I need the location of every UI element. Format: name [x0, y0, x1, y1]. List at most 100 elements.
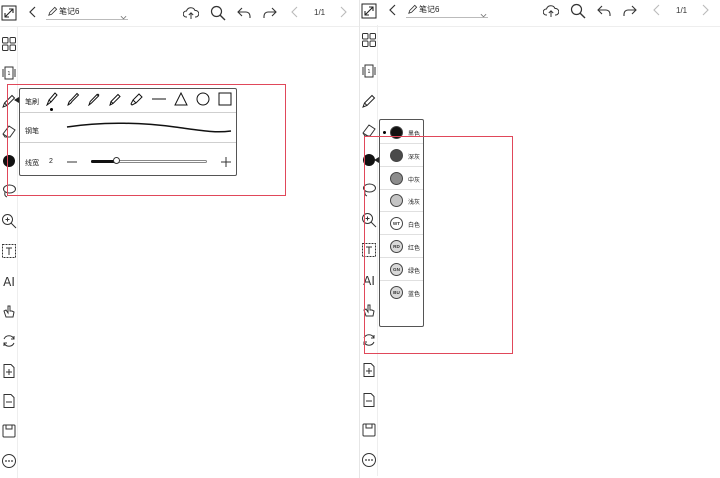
- color-label: 浅灰: [408, 200, 421, 207]
- text-box-icon[interactable]: [361, 242, 377, 258]
- note-title-dropdown[interactable]: 笔记6: [46, 5, 128, 20]
- color-swatch: RD: [390, 240, 403, 253]
- lasso-icon[interactable]: [361, 182, 377, 198]
- page-counter: 1/1: [314, 8, 326, 17]
- brush-pen-icon[interactable]: [66, 92, 80, 106]
- color-label: 红色: [408, 246, 421, 252]
- grid-view-icon[interactable]: [1, 36, 17, 52]
- square-shape-icon[interactable]: [218, 92, 232, 106]
- color-label: 黑色: [408, 132, 421, 138]
- save-icon[interactable]: [361, 422, 377, 438]
- search-icon[interactable]: [210, 5, 226, 21]
- color-label: 中灰: [408, 177, 421, 184]
- color-swatch: GN: [390, 262, 403, 276]
- pencil-icon: [47, 6, 58, 17]
- color-option[interactable]: 黑色: [380, 122, 423, 144]
- color-swatch: [390, 148, 403, 162]
- eraser-icon[interactable]: [361, 122, 377, 138]
- color-badge: RD: [393, 244, 400, 249]
- marker-icon[interactable]: [129, 92, 143, 106]
- save-icon[interactable]: [1, 423, 17, 439]
- eraser-icon[interactable]: [1, 123, 17, 139]
- pencil-icon: [407, 4, 418, 15]
- fountain-pen-icon[interactable]: [45, 92, 59, 107]
- line-shape-icon[interactable]: [152, 92, 166, 106]
- note-title: 笔记6: [419, 5, 440, 14]
- prev-page-icon[interactable]: [289, 6, 301, 18]
- color-swatch: [390, 126, 403, 139]
- color-swatch: BU: [390, 285, 403, 299]
- page-icon[interactable]: [1, 393, 17, 409]
- color-label: 绿色: [408, 268, 421, 275]
- color-option[interactable]: GN 绿色: [380, 259, 423, 281]
- color-label: 白色: [408, 223, 421, 230]
- left-sidebar: 1 AI: [0, 27, 18, 478]
- svg-text:AI: AI: [363, 274, 375, 288]
- more-icon[interactable]: [1, 453, 17, 469]
- increase-width-icon[interactable]: [220, 156, 232, 168]
- color-option[interactable]: RD 红色: [380, 236, 423, 258]
- gesture-icon[interactable]: [361, 302, 377, 318]
- prev-page-icon[interactable]: [651, 4, 663, 16]
- ai-icon[interactable]: AI: [1, 273, 17, 289]
- line-width-label: 线宽: [25, 160, 39, 167]
- svg-text:AI: AI: [3, 275, 15, 289]
- color-option[interactable]: 深灰: [380, 145, 423, 167]
- pen-icon[interactable]: [361, 93, 377, 109]
- grid-view-icon[interactable]: [361, 32, 377, 48]
- search-icon[interactable]: [570, 3, 586, 19]
- page-icon[interactable]: [361, 392, 377, 408]
- top-toolbar: 笔记6 1/1: [0, 0, 360, 27]
- note-title-dropdown[interactable]: 笔记6: [406, 3, 488, 18]
- color-option[interactable]: BU 蓝色: [380, 282, 423, 304]
- back-icon[interactable]: [27, 6, 39, 18]
- divider: [20, 142, 236, 143]
- color-label: 蓝色: [408, 291, 421, 298]
- top-toolbar: 笔记6 1/1: [360, 0, 720, 27]
- refresh-icon[interactable]: [1, 333, 17, 349]
- cloud-sync-icon[interactable]: [543, 3, 559, 19]
- color-option[interactable]: 中灰: [380, 168, 423, 190]
- zoom-in-icon[interactable]: [361, 212, 377, 228]
- ballpoint-pen-icon[interactable]: [87, 92, 101, 107]
- fullscreen-icon[interactable]: [1, 5, 17, 21]
- divider: [20, 112, 236, 113]
- zoom-in-icon[interactable]: [1, 213, 17, 229]
- undo-icon[interactable]: [236, 5, 252, 21]
- add-page-icon[interactable]: [1, 363, 17, 379]
- color-badge: GN: [393, 266, 400, 272]
- color-label: 深灰: [408, 154, 421, 161]
- stroke-preview: [65, 119, 233, 137]
- right-screen: 笔记6 1/1 1 AI 黑色 深灰 中灰 浅灰 WT 白色 RD 红色 GN …: [359, 0, 720, 478]
- undo-icon[interactable]: [596, 3, 612, 19]
- cloud-sync-icon[interactable]: [183, 5, 199, 21]
- text-box-icon[interactable]: [1, 243, 17, 259]
- next-page-icon[interactable]: [337, 6, 349, 18]
- more-icon[interactable]: [361, 452, 377, 468]
- color-picker-icon[interactable]: [1, 153, 17, 169]
- refresh-icon[interactable]: [361, 332, 377, 348]
- svg-text:1: 1: [7, 71, 10, 77]
- color-option[interactable]: WT 白色: [380, 213, 423, 236]
- next-page-icon[interactable]: [699, 4, 711, 16]
- line-width-slider-handle[interactable]: [113, 157, 121, 164]
- gesture-icon[interactable]: [1, 303, 17, 319]
- page-layout-icon[interactable]: 1: [1, 65, 17, 81]
- triangle-shape-icon[interactable]: [174, 91, 188, 106]
- decrease-width-icon[interactable]: [66, 156, 78, 168]
- page-layout-icon[interactable]: 1: [361, 63, 377, 79]
- pencil-tool-icon[interactable]: [108, 92, 122, 106]
- fullscreen-icon[interactable]: [361, 3, 377, 19]
- add-page-icon[interactable]: [361, 362, 377, 378]
- color-swatch: [390, 171, 403, 185]
- redo-icon[interactable]: [622, 3, 638, 19]
- ai-icon[interactable]: AI: [361, 272, 377, 288]
- lasso-icon[interactable]: [1, 183, 17, 199]
- redo-icon[interactable]: [262, 5, 278, 21]
- selected-indicator: [50, 108, 53, 111]
- color-option[interactable]: 浅灰: [380, 190, 423, 213]
- color-picker-popup: 黑色深灰中灰浅灰 WT 白色 RD 红色 GN 绿色 BU 蓝色: [379, 119, 424, 327]
- back-icon[interactable]: [387, 4, 399, 16]
- left-screen: 笔记6 1/1 1 AI 笔刷 钢笔 线宽 2: [0, 0, 360, 478]
- circle-shape-icon[interactable]: [196, 92, 210, 106]
